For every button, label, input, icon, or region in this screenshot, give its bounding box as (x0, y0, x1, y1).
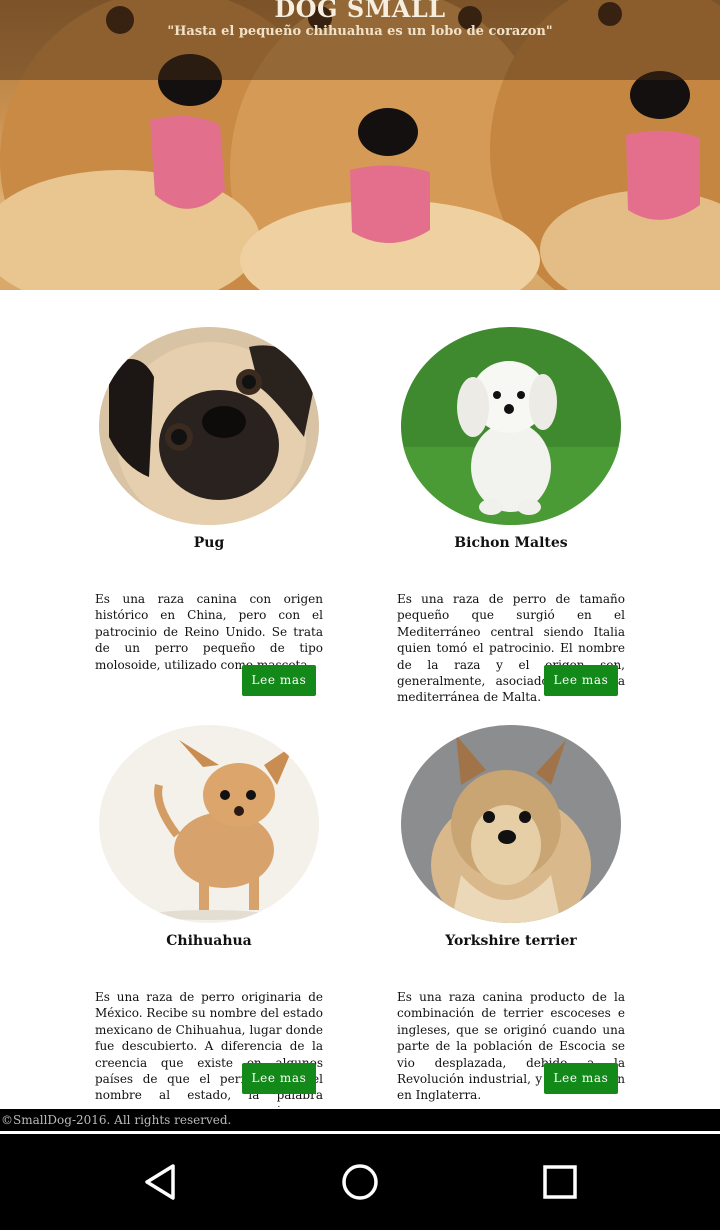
yorkshire-terrier-photo (401, 725, 621, 923)
site-title: DOG SMALL (274, 0, 446, 23)
breed-name: Pug (193, 535, 225, 551)
site-tagline: "Hasta el pequeño chihuahua es un lobo d… (167, 24, 553, 39)
hero-banner: DOG SMALL "Hasta el pequeño chihuahua es… (0, 0, 720, 290)
breed-name: Chihuahua (166, 933, 252, 949)
system-navigation-bar (0, 1134, 720, 1230)
breed-name: Bichon Maltes (454, 535, 568, 551)
home-button[interactable] (340, 1162, 380, 1202)
breed-name: Yorkshire terrier (445, 933, 577, 949)
read-more-button-pug[interactable]: Lee mas (242, 665, 316, 696)
pug-photo (99, 327, 319, 525)
read-more-button-chihuahua[interactable]: Lee mas (242, 1063, 316, 1094)
recents-icon (543, 1165, 577, 1199)
bichon-maltes-photo (401, 327, 621, 525)
chihuahua-photo (99, 725, 319, 923)
home-icon (342, 1164, 378, 1200)
recents-button[interactable] (540, 1162, 580, 1202)
back-icon (145, 1164, 175, 1200)
page-footer: ©SmallDog-2016. All rights reserved. (0, 1109, 720, 1131)
copyright-text: ©SmallDog-2016. All rights reserved. (1, 1113, 232, 1127)
read-more-button-yorkshire-terrier[interactable]: Lee mas (544, 1063, 618, 1094)
back-button[interactable] (140, 1162, 180, 1202)
read-more-button-bichon-maltes[interactable]: Lee mas (544, 665, 618, 696)
